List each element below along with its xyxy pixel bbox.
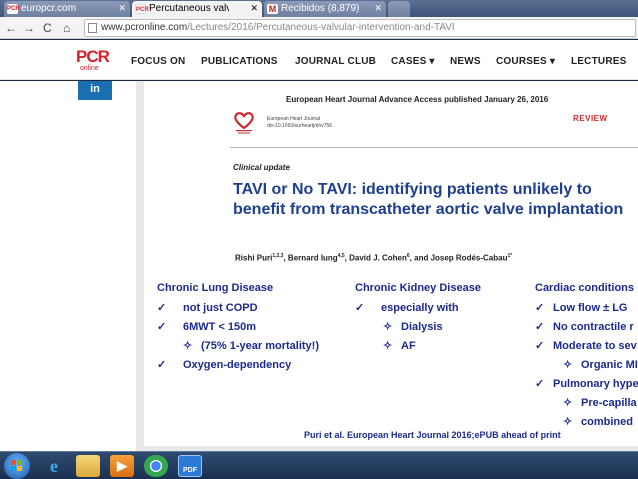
linkedin-share-icon[interactable]: in bbox=[78, 81, 112, 100]
screen: PCR europcr.com ✕ PCR Percutaneous valvu… bbox=[0, 0, 638, 479]
url-host: www.pcronline.com bbox=[101, 22, 188, 33]
list-item: ✓ Low flow ± LG bbox=[535, 302, 628, 314]
tab-label: Recibidos (8,879) - r bbox=[281, 3, 361, 14]
windows-start-icon[interactable] bbox=[4, 453, 30, 479]
article-title: TAVI or No TAVI: identifying patients un… bbox=[233, 181, 624, 218]
check-icon: ✓ bbox=[535, 321, 545, 333]
review-label: REVIEW bbox=[573, 114, 608, 123]
nav-journal-club[interactable]: JOURNAL CLUB bbox=[295, 56, 376, 67]
windows-taskbar: e ▶ PDF bbox=[0, 451, 638, 479]
check-icon: ✓ bbox=[355, 302, 365, 314]
close-tab-icon[interactable]: ✕ bbox=[118, 1, 126, 16]
file-explorer-icon[interactable] bbox=[76, 455, 100, 477]
tab-percutaneous[interactable]: PCR Percutaneous valvular ✕ bbox=[132, 1, 262, 17]
forward-arrow-icon[interactable]: → bbox=[23, 20, 35, 36]
logo-sub: online bbox=[80, 65, 99, 72]
gmail-icon: M bbox=[267, 4, 278, 14]
list-item: ✧ combined bbox=[563, 416, 633, 428]
journal-doi: doi:10.1093/eurheartj/ehv756 bbox=[267, 123, 333, 129]
check-icon: ✓ bbox=[157, 359, 167, 371]
internet-explorer-icon[interactable]: e bbox=[42, 455, 66, 477]
nav-cases[interactable]: CASES ▾ bbox=[391, 56, 435, 67]
column-heading: Chronic Kidney Disease bbox=[355, 282, 481, 294]
back-arrow-icon[interactable]: ← bbox=[5, 20, 17, 36]
media-player-icon[interactable]: ▶ bbox=[110, 455, 134, 477]
chrome-icon[interactable] bbox=[144, 455, 168, 477]
nav-news[interactable]: NEWS bbox=[450, 56, 481, 67]
list-item: ✧ Organic MI bbox=[563, 359, 638, 371]
list-item: ✓ Pulmonary hype bbox=[535, 378, 638, 390]
tab-europcr[interactable]: PCR europcr.com ✕ bbox=[4, 1, 130, 17]
nav-lectures[interactable]: LECTURES bbox=[571, 56, 627, 67]
column-heading: Chronic Lung Disease bbox=[157, 282, 274, 294]
reload-icon[interactable]: C bbox=[43, 20, 52, 36]
check-icon: ✓ bbox=[157, 321, 167, 333]
list-item: ✓ not just COPD bbox=[157, 302, 258, 314]
logo-text: PCR bbox=[76, 47, 110, 66]
list-item: ✓ 6MWT < 150m bbox=[157, 321, 257, 333]
tab-label: Percutaneous valvular bbox=[149, 3, 229, 14]
advance-access-line: European Heart Journal Advance Access pu… bbox=[286, 95, 549, 104]
diamond-bullet-icon: ✧ bbox=[563, 416, 573, 428]
windows-logo-icon bbox=[11, 460, 22, 471]
journal-name: European Heart Journal bbox=[267, 116, 321, 122]
pcr-online-logo[interactable]: PCR online bbox=[76, 47, 116, 77]
tab-label: europcr.com bbox=[21, 3, 77, 14]
column-heading: Cardiac conditions bbox=[535, 282, 635, 294]
diamond-bullet-icon: ✧ bbox=[563, 359, 573, 371]
list-item: ✧ Pre-capilla bbox=[563, 397, 637, 409]
journal-info: European Heart Journal doi:10.1093/eurhe… bbox=[267, 116, 332, 130]
nav-focus-on[interactable]: FOCUS ON bbox=[131, 56, 185, 67]
article-authors: Rishi Puri1,2,3, Bernard Iung4,5, David … bbox=[235, 253, 513, 263]
site-header: PCR online FOCUS ON PUBLICATIONS JOURNAL… bbox=[0, 40, 638, 80]
pcr-favicon-icon: PCR bbox=[135, 4, 149, 14]
browser-tabstrip: PCR europcr.com ✕ PCR Percutaneous valvu… bbox=[0, 0, 638, 17]
clinical-update-label: Clinical update bbox=[233, 163, 290, 172]
nav-publications[interactable]: PUBLICATIONS bbox=[201, 56, 278, 67]
close-tab-icon[interactable]: ✕ bbox=[250, 1, 258, 16]
close-tab-icon[interactable]: ✕ bbox=[374, 1, 382, 16]
diamond-bullet-icon: ✧ bbox=[383, 340, 393, 352]
url-path: /Lectures/2016/Percutaneous-valvular-int… bbox=[187, 22, 455, 33]
check-icon: ✓ bbox=[157, 302, 167, 314]
tab-gmail[interactable]: M Recibidos (8,879) - r ✕ bbox=[264, 1, 386, 17]
left-sidebar: in bbox=[0, 81, 136, 451]
esc-heart-logo-icon bbox=[234, 112, 254, 134]
list-item: ✓ No contractile r bbox=[535, 321, 634, 333]
diamond-bullet-icon: ✧ bbox=[183, 340, 193, 352]
new-tab-button[interactable] bbox=[388, 1, 410, 17]
diamond-bullet-icon: ✧ bbox=[383, 321, 393, 333]
divider bbox=[230, 147, 638, 148]
diamond-bullet-icon: ✧ bbox=[563, 397, 573, 409]
pcr-favicon-icon: PCR bbox=[7, 4, 20, 14]
check-icon: ✓ bbox=[535, 302, 545, 314]
nav-courses[interactable]: COURSES ▾ bbox=[496, 56, 555, 67]
check-icon: ✓ bbox=[535, 340, 545, 352]
address-bar[interactable]: www.pcronline.com/Lectures/2016/Percutan… bbox=[84, 19, 636, 37]
citation: Puri et al. European Heart Journal 2016;… bbox=[304, 430, 561, 440]
list-item: ✧ Dialysis bbox=[383, 321, 443, 333]
home-icon[interactable]: ⌂ bbox=[63, 20, 70, 36]
list-item: ✧ (75% 1-year mortality!) bbox=[183, 340, 319, 352]
list-item: ✓ Oxygen-dependency bbox=[157, 359, 292, 371]
list-item: ✧ AF bbox=[383, 340, 416, 352]
list-item: ✓ especially with bbox=[355, 302, 459, 314]
pdf-icon[interactable]: PDF bbox=[178, 455, 202, 477]
browser-toolbar: ← → C ⌂ www.pcronline.com/Lectures/2016/… bbox=[0, 17, 638, 39]
page-icon bbox=[88, 23, 97, 33]
list-item: ✓ Moderate to sev bbox=[535, 340, 637, 352]
check-icon: ✓ bbox=[535, 378, 545, 390]
